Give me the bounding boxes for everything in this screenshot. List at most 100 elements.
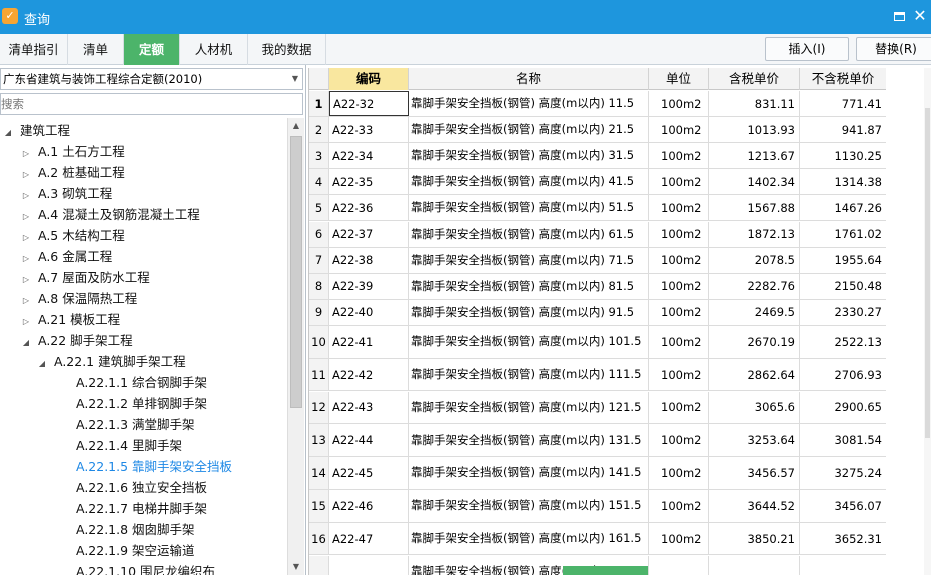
cell-price-tax[interactable]: 3456.57 bbox=[709, 457, 800, 489]
tree-node[interactable]: ▷ A.4 混凝土及钢筋混凝土工程 bbox=[20, 204, 200, 225]
tree-node[interactable]: A.22.1.4 里脚手架 bbox=[76, 435, 182, 456]
cell-unit[interactable]: 100m2 bbox=[649, 522, 709, 555]
cell-code[interactable]: A22-39 bbox=[329, 273, 409, 299]
tree-node[interactable]: A.22.1.1 综合钢脚手架 bbox=[76, 372, 207, 393]
cell-code[interactable]: A22-43 bbox=[329, 391, 409, 424]
cell-name[interactable]: 靠脚手架安全挡板(钢管) 高度(m以内) 161.5 bbox=[409, 522, 649, 555]
scroll-down-icon[interactable]: ▼ bbox=[288, 559, 304, 575]
cell-name[interactable]: 靠脚手架安全挡板(钢管) 高度(m以内) 11.5 bbox=[409, 91, 649, 117]
tree-node[interactable]: ▷ A.1 土石方工程 bbox=[20, 141, 125, 162]
cell-price-tax[interactable]: 1013.93 bbox=[709, 117, 800, 143]
cell-unit[interactable]: 100m2 bbox=[649, 424, 709, 457]
cell-name[interactable]: 靠脚手架安全挡板(钢管) 高度(m以内) 121.5 bbox=[409, 391, 649, 424]
cell-price-notax[interactable]: 771.41 bbox=[800, 91, 886, 116]
cell-code[interactable]: A22-41 bbox=[329, 325, 409, 358]
cell-code[interactable]: A22-46 bbox=[329, 489, 409, 522]
cell-name[interactable]: 靠脚手架安全挡板(钢管) 高度(m以内) 81.5 bbox=[409, 273, 649, 299]
cell-name[interactable]: 靠脚手架安全挡板(钢管) 高度(m以内) 101.5 bbox=[409, 325, 649, 358]
cell-name[interactable]: 靠脚手架安全挡板(钢管) 高度(m以内) 141.5 bbox=[409, 457, 649, 489]
cell-name[interactable]: 靠脚手架安全挡板(钢管) 高度(m以内) 71.5 bbox=[409, 247, 649, 273]
table-row[interactable]: 4 A22-35 靠脚手架安全挡板(钢管) 高度(m以内) 41.5 100m2 140… bbox=[309, 169, 886, 196]
expand-icon[interactable]: ▷ bbox=[20, 248, 32, 269]
cell-price-notax[interactable]: 3652.31 bbox=[800, 523, 886, 555]
tree-scrollbar[interactable]: ▲ ▼ bbox=[287, 118, 304, 575]
tree-node[interactable]: ▷ A.21 模板工程 bbox=[20, 309, 120, 330]
cell-price-tax[interactable]: 2078.5 bbox=[709, 247, 800, 273]
cell-code[interactable]: A22-36 bbox=[329, 195, 409, 221]
cell-price-notax[interactable]: 3456.07 bbox=[800, 490, 886, 522]
insert-button[interactable]: 插入(I) bbox=[765, 37, 849, 61]
expand-icon[interactable]: ▷ bbox=[20, 269, 32, 290]
cell-price-notax[interactable]: 1467.26 bbox=[800, 195, 886, 220]
table-row[interactable]: 16 A22-47 靠脚手架安全挡板(钢管) 高度(m以内) 161.5 100m2 3… bbox=[309, 522, 886, 556]
tab-my-data[interactable]: 我的数据 bbox=[248, 34, 326, 65]
cell-code[interactable]: A22-34 bbox=[329, 143, 409, 169]
cell-price-tax[interactable]: 1567.88 bbox=[709, 195, 800, 221]
cell-price-tax[interactable]: 831.11 bbox=[709, 91, 800, 117]
table-row[interactable]: 11 A22-42 靠脚手架安全挡板(钢管) 高度(m以内) 111.5 100m2 2… bbox=[309, 358, 886, 392]
cell-name[interactable]: 靠脚手架安全挡板(钢管) 高度(m以内) 41.5 bbox=[409, 169, 649, 195]
cell-price-tax[interactable] bbox=[709, 555, 800, 575]
collapse-icon[interactable]: ◢ bbox=[20, 332, 32, 353]
cell-price-notax[interactable]: 1761.02 bbox=[800, 222, 886, 247]
cell-unit[interactable] bbox=[649, 555, 709, 575]
cell-unit[interactable]: 100m2 bbox=[649, 143, 709, 169]
cell-price-notax[interactable]: 3275.24 bbox=[800, 457, 886, 489]
cell-price-tax[interactable]: 1872.13 bbox=[709, 221, 800, 247]
tree-node[interactable]: ▷ A.2 桩基础工程 bbox=[20, 162, 125, 183]
cell-name[interactable]: 靠脚手架安全挡板(钢管) 高度(m以内) 151.5 bbox=[409, 489, 649, 522]
cell-price-notax[interactable]: 2706.93 bbox=[800, 359, 886, 391]
table-row[interactable]: 1 A22-32 靠脚手架安全挡板(钢管) 高度(m以内) 11.5 100m2 831… bbox=[309, 91, 886, 118]
expand-icon[interactable]: ▷ bbox=[20, 227, 32, 248]
cell-code[interactable]: A22-42 bbox=[329, 358, 409, 391]
collapse-icon[interactable]: ◢ bbox=[2, 122, 14, 143]
table-row[interactable]: 12 A22-43 靠脚手架安全挡板(钢管) 高度(m以内) 121.5 100m2 3… bbox=[309, 391, 886, 425]
cell-price-notax[interactable]: 1314.38 bbox=[800, 169, 886, 194]
table-row[interactable]: 9 A22-40 靠脚手架安全挡板(钢管) 高度(m以内) 91.5 100m2 246… bbox=[309, 299, 886, 326]
cell-code[interactable]: A22-45 bbox=[329, 457, 409, 489]
cell-price-tax[interactable]: 2282.76 bbox=[709, 273, 800, 299]
cell-unit[interactable]: 100m2 bbox=[649, 169, 709, 195]
cell-unit[interactable]: 100m2 bbox=[649, 195, 709, 221]
cell-code[interactable]: A22-35 bbox=[329, 169, 409, 195]
cell-name[interactable]: 靠脚手架安全挡板(钢管) 高度(m以内) 51.5 bbox=[409, 195, 649, 221]
scroll-up-icon[interactable]: ▲ bbox=[288, 118, 304, 134]
cell-code[interactable]: A22-38 bbox=[329, 247, 409, 273]
tree-node[interactable]: ▷ A.5 木结构工程 bbox=[20, 225, 125, 246]
cell-price-notax[interactable]: 3081.54 bbox=[800, 424, 886, 456]
collapse-icon[interactable]: ◢ bbox=[36, 353, 48, 374]
tab-list-guide[interactable]: 清单指引 bbox=[0, 34, 68, 65]
cell-name[interactable]: 靠脚手架安全挡板(钢管) 高度(m以内) 111.5 bbox=[409, 358, 649, 391]
cell-code[interactable]: A22-44 bbox=[329, 424, 409, 457]
header-unit[interactable]: 单位 bbox=[649, 68, 709, 90]
cell-price-notax[interactable] bbox=[800, 556, 886, 575]
expand-icon[interactable]: ▷ bbox=[20, 290, 32, 311]
cell-code[interactable] bbox=[329, 555, 409, 575]
cell-unit[interactable]: 100m2 bbox=[649, 358, 709, 391]
table-row[interactable]: 2 A22-33 靠脚手架安全挡板(钢管) 高度(m以内) 21.5 100m2 101… bbox=[309, 117, 886, 144]
tree-node[interactable]: A.22.1.6 独立安全挡板 bbox=[76, 477, 207, 498]
cell-code[interactable]: A22-37 bbox=[329, 221, 409, 247]
tree-node[interactable]: A.22.1.10 围尼龙编织布 bbox=[76, 561, 215, 575]
cell-price-tax[interactable]: 3850.21 bbox=[709, 522, 800, 555]
cell-unit[interactable]: 100m2 bbox=[649, 91, 709, 117]
expand-icon[interactable]: ▷ bbox=[20, 164, 32, 185]
tree-node[interactable]: ◢ A.22.1 建筑脚手架工程 bbox=[36, 351, 186, 372]
cell-code[interactable]: A22-40 bbox=[329, 299, 409, 325]
cell-price-tax[interactable]: 3065.6 bbox=[709, 391, 800, 424]
expand-icon[interactable]: ▷ bbox=[20, 185, 32, 206]
cell-price-tax[interactable]: 2862.64 bbox=[709, 358, 800, 391]
tree-node[interactable]: A.22.1.5 靠脚手架安全挡板 bbox=[76, 456, 232, 477]
cell-price-tax[interactable]: 1213.67 bbox=[709, 143, 800, 169]
tab-bill[interactable]: 清单 bbox=[68, 34, 124, 65]
cell-price-tax[interactable]: 3253.64 bbox=[709, 424, 800, 457]
cell-code[interactable]: A22-47 bbox=[329, 522, 409, 555]
cell-unit[interactable]: 100m2 bbox=[649, 489, 709, 522]
tree-node[interactable]: ▷ A.3 砌筑工程 bbox=[20, 183, 112, 204]
table-row[interactable]: 5 A22-36 靠脚手架安全挡板(钢管) 高度(m以内) 51.5 100m2 156… bbox=[309, 195, 886, 222]
horizontal-scroll-thumb[interactable] bbox=[563, 566, 648, 575]
tab-quota[interactable]: 定额 bbox=[124, 34, 180, 65]
table-row[interactable]: 14 A22-45 靠脚手架安全挡板(钢管) 高度(m以内) 141.5 100m2 3… bbox=[309, 457, 886, 490]
cell-price-notax[interactable]: 941.87 bbox=[800, 117, 886, 142]
cell-code[interactable]: A22-33 bbox=[329, 117, 409, 143]
